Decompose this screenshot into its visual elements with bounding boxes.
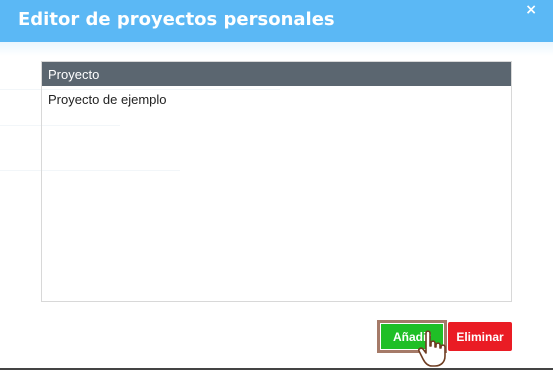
- add-button[interactable]: Añadir: [377, 320, 447, 353]
- projects-table: Proyecto Proyecto de ejemplo: [41, 61, 512, 302]
- delete-button[interactable]: Eliminar: [448, 322, 512, 351]
- dialog-title: Editor de proyectos personales: [18, 9, 335, 30]
- close-icon[interactable]: ×: [525, 3, 537, 17]
- add-button-label: Añadir: [381, 324, 443, 349]
- background-ghost-bar: [0, 42, 553, 56]
- table-header-proyecto: Proyecto: [42, 62, 511, 86]
- dialog-titlebar: Editor de proyectos personales ×: [0, 0, 553, 42]
- project-editor-dialog: Editor de proyectos personales × Proyect…: [0, 0, 553, 370]
- table-row[interactable]: Proyecto de ejemplo: [42, 86, 511, 110]
